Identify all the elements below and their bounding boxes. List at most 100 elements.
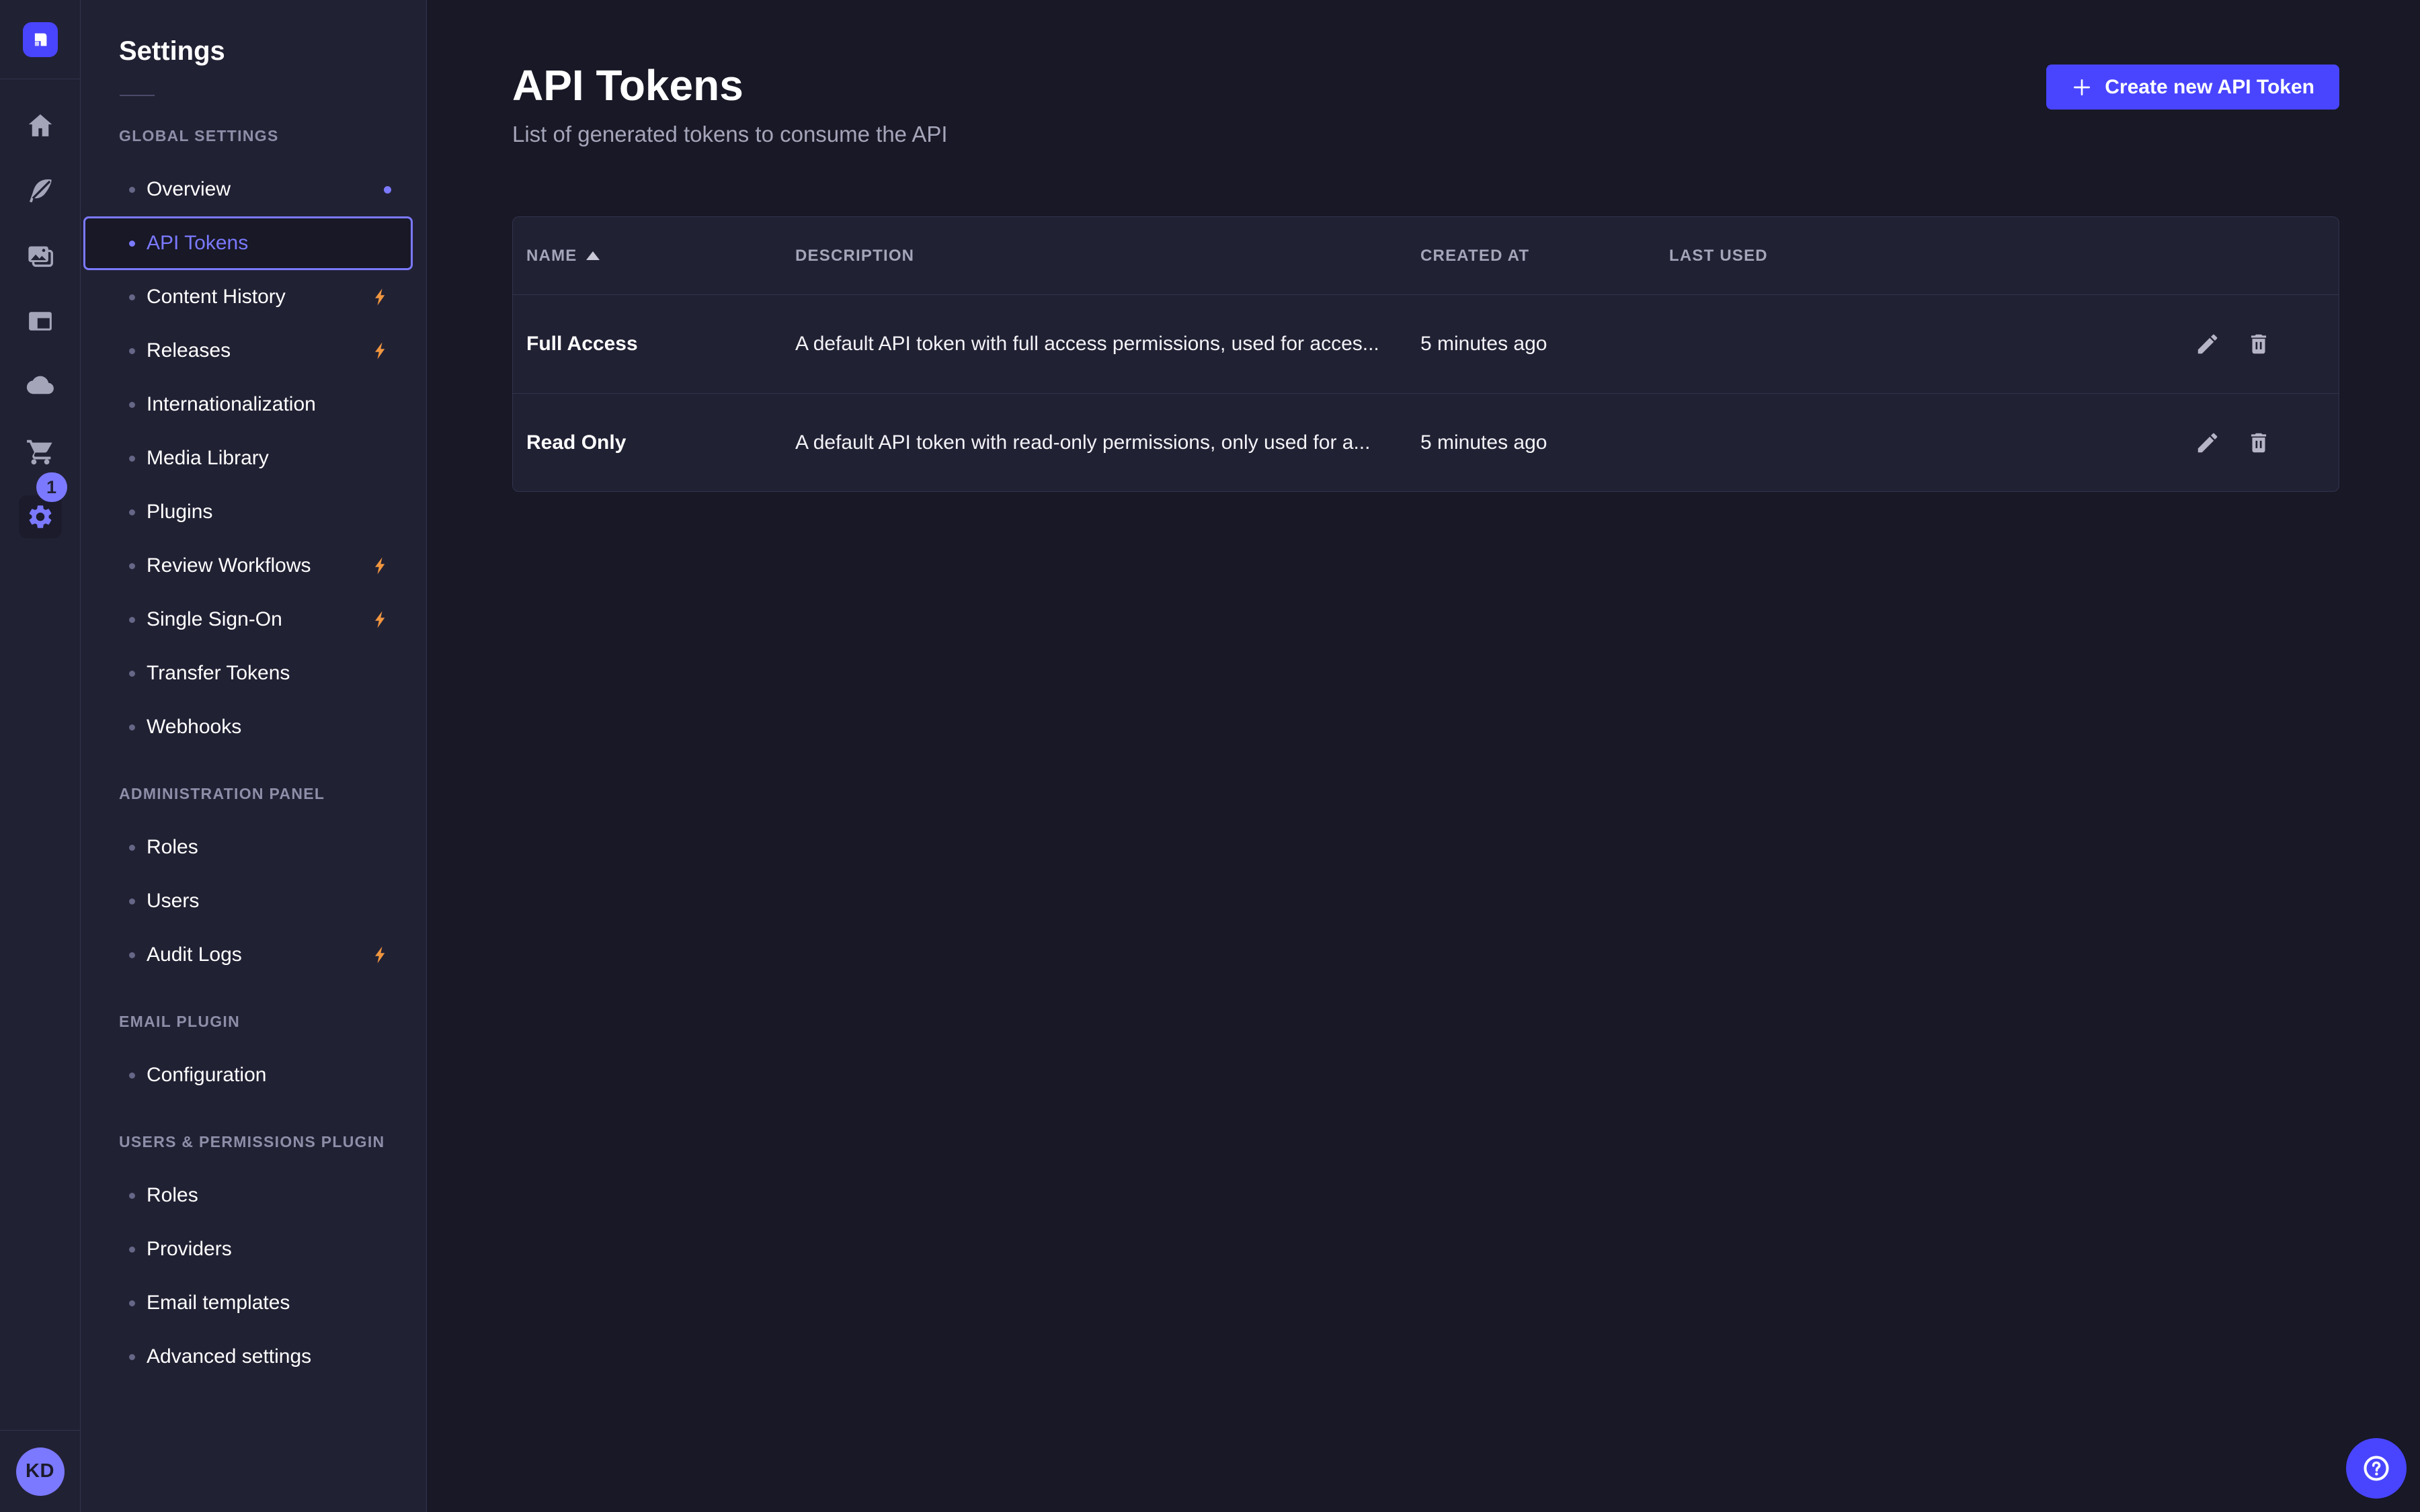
section-label: GLOBAL SETTINGS: [119, 127, 426, 145]
column-header-name[interactable]: Name: [526, 247, 795, 265]
sidebar-item-plugins[interactable]: Plugins: [81, 485, 426, 539]
api-tokens-table: Name Description Created at Last used Fu…: [512, 216, 2339, 492]
bullet-icon: [129, 563, 135, 569]
bullet-icon: [129, 456, 135, 462]
sidebar-item-up-roles[interactable]: Roles: [81, 1169, 426, 1222]
bullet-icon: [129, 294, 135, 300]
strapi-logo[interactable]: [23, 22, 58, 57]
section-label: EMAIL PLUGIN: [119, 1013, 426, 1031]
page-subtitle: List of generated tokens to consume the …: [512, 122, 948, 147]
content-manager-icon[interactable]: [0, 288, 80, 353]
settings-sidebar: Settings GLOBAL SETTINGS Overview API To…: [81, 0, 427, 1512]
sidebar-title: Settings: [119, 36, 426, 67]
sidebar-divider: [120, 95, 155, 96]
sidebar-item-label: Internationalization: [147, 393, 316, 416]
column-header-last-used: Last used: [1669, 247, 2144, 265]
sidebar-item-overview[interactable]: Overview: [81, 163, 426, 216]
column-header-label: Description: [795, 247, 914, 265]
home-icon[interactable]: [0, 93, 80, 158]
column-header-label: Name: [526, 247, 577, 265]
token-description: A default API token with full access per…: [795, 333, 1420, 355]
sidebar-item-single-sign-on[interactable]: Single Sign-On: [81, 593, 426, 646]
bullet-icon: [129, 671, 135, 677]
table-row-read-only[interactable]: Read Only A default API token with read-…: [513, 393, 2339, 491]
sidebar-item-label: Webhooks: [147, 716, 241, 739]
section-global-settings: GLOBAL SETTINGS Overview API Tokens Cont…: [81, 127, 426, 754]
media-library-icon[interactable]: [0, 223, 80, 288]
sidebar-item-webhooks[interactable]: Webhooks: [81, 700, 426, 754]
cloud-icon[interactable]: [0, 353, 80, 419]
column-header-description: Description: [795, 247, 1420, 265]
table-row-full-access[interactable]: Full Access A default API token with ful…: [513, 295, 2339, 393]
page-title: API Tokens: [512, 63, 948, 108]
sidebar-item-review-workflows[interactable]: Review Workflows: [81, 539, 426, 593]
content-type-builder-icon[interactable]: [0, 158, 80, 223]
sidebar-item-label: Advanced settings: [147, 1345, 311, 1368]
sidebar-item-label: Overview: [147, 178, 231, 201]
logo-section: [0, 0, 80, 79]
strapi-admin-app: 1 KD Settings GLOBAL SETTINGS Overview A…: [0, 0, 2420, 1512]
edit-token-button[interactable]: [2195, 430, 2220, 456]
sidebar-item-media-library[interactable]: Media Library: [81, 431, 426, 485]
token-name: Full Access: [526, 333, 795, 355]
lightning-icon: [371, 341, 391, 361]
sidebar-item-label: Email templates: [147, 1292, 290, 1314]
avatar[interactable]: KD: [16, 1447, 65, 1496]
sidebar-item-transfer-tokens[interactable]: Transfer Tokens: [81, 646, 426, 700]
section-label: ADMINISTRATION PANEL: [119, 785, 426, 803]
column-header-label: Created at: [1420, 247, 1529, 265]
bullet-icon: [129, 402, 135, 408]
sidebar-item-label: Single Sign-On: [147, 608, 282, 631]
section-users-permissions-plugin: USERS & PERMISSIONS PLUGIN Roles Provide…: [81, 1133, 426, 1384]
bullet-icon: [129, 241, 135, 247]
token-description: A default API token with read-only permi…: [795, 431, 1420, 454]
sidebar-item-releases[interactable]: Releases: [81, 324, 426, 378]
help-button[interactable]: [2346, 1438, 2407, 1499]
bullet-icon: [129, 898, 135, 905]
settings-icon[interactable]: 1: [19, 495, 62, 538]
bullet-icon: [129, 1354, 135, 1360]
bullet-icon: [129, 1247, 135, 1253]
sidebar-item-label: Media Library: [147, 447, 269, 470]
sidebar-item-email-templates[interactable]: Email templates: [81, 1276, 426, 1330]
marketplace-icon[interactable]: [0, 419, 80, 484]
sidebar-item-label: Providers: [147, 1238, 232, 1261]
bullet-icon: [129, 617, 135, 623]
pencil-icon: [2195, 430, 2220, 456]
sidebar-item-label: Roles: [147, 836, 198, 859]
trash-icon: [2246, 331, 2271, 357]
trash-icon: [2246, 430, 2271, 456]
sidebar-item-label: Roles: [147, 1184, 198, 1207]
sidebar-item-advanced-settings[interactable]: Advanced settings: [81, 1330, 426, 1384]
bullet-icon: [129, 187, 135, 193]
rail-icon-menu: [0, 93, 80, 484]
sidebar-item-content-history[interactable]: Content History: [81, 270, 426, 324]
create-api-token-button[interactable]: Create new API Token: [2046, 65, 2339, 110]
column-header-label: Last used: [1669, 247, 1768, 265]
delete-token-button[interactable]: [2246, 331, 2271, 357]
notification-dot-icon: [384, 186, 391, 194]
edit-token-button[interactable]: [2195, 331, 2220, 357]
sidebar-item-admin-users[interactable]: Users: [81, 874, 426, 928]
sidebar-item-audit-logs[interactable]: Audit Logs: [81, 928, 426, 982]
bullet-icon: [129, 1073, 135, 1079]
sidebar-item-label: Releases: [147, 339, 231, 362]
bullet-icon: [129, 348, 135, 354]
plus-icon: [2071, 77, 2093, 98]
delete-token-button[interactable]: [2246, 430, 2271, 456]
pencil-icon: [2195, 331, 2220, 357]
sidebar-item-internationalization[interactable]: Internationalization: [81, 378, 426, 431]
sidebar-item-label: API Tokens: [147, 232, 248, 255]
token-created-at: 5 minutes ago: [1420, 431, 1669, 454]
sidebar-item-label: Users: [147, 890, 199, 913]
sidebar-item-providers[interactable]: Providers: [81, 1222, 426, 1276]
table-header-row: Name Description Created at Last used: [513, 217, 2339, 295]
sidebar-item-admin-roles[interactable]: Roles: [81, 821, 426, 874]
lightning-icon: [371, 945, 391, 965]
column-header-created-at: Created at: [1420, 247, 1669, 265]
sidebar-item-email-configuration[interactable]: Configuration: [81, 1048, 426, 1102]
lightning-icon: [371, 556, 391, 576]
lightning-icon: [371, 287, 391, 307]
sidebar-item-api-tokens[interactable]: API Tokens: [83, 216, 413, 270]
bullet-icon: [129, 845, 135, 851]
